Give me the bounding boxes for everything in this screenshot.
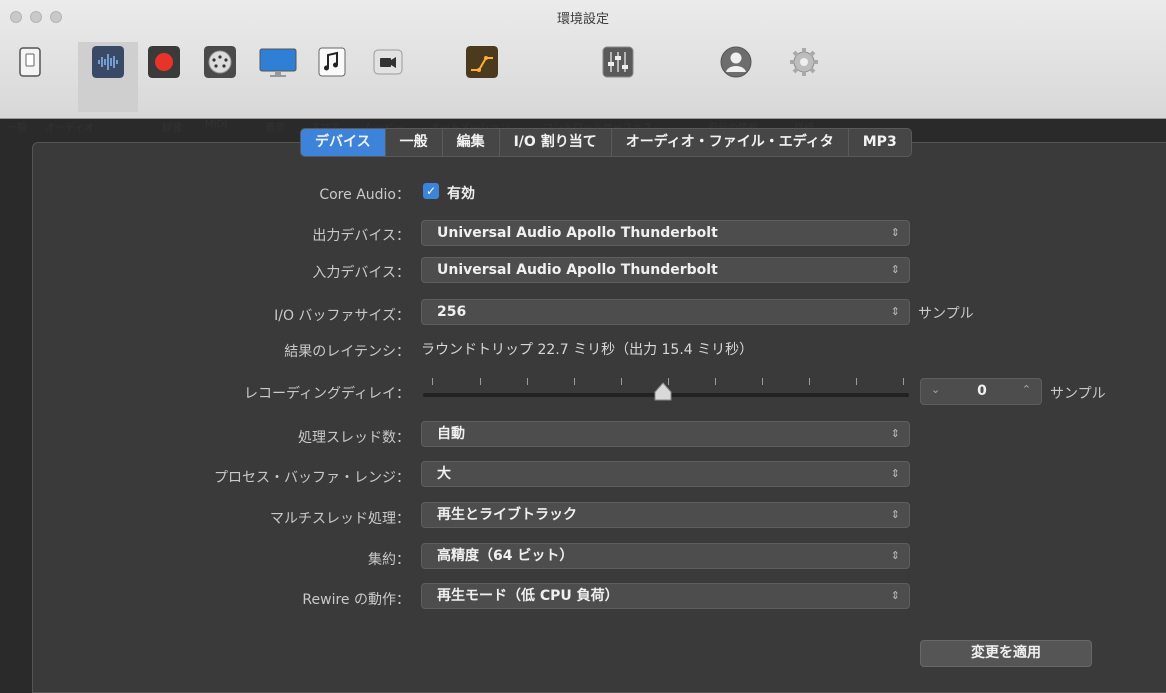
slider-tick — [574, 378, 575, 385]
tab-general[interactable]: 一般 — [386, 129, 443, 156]
buffer-range-value: 大 — [437, 466, 451, 482]
toolbar-item-advanced[interactable] — [780, 42, 828, 112]
chevron-up-icon[interactable]: ⌃ — [1022, 383, 1031, 396]
rewire-value: 再生モード（低 CPU 負荷） — [437, 588, 619, 604]
tab-io-assignments[interactable]: I/O 割り当て — [500, 129, 612, 156]
buffer-size-label: I/O バッファサイズ： — [274, 308, 410, 324]
toolbar-item-my-info[interactable] — [712, 42, 760, 112]
toolbar-label-display: 表示 — [265, 123, 285, 134]
buffer-size-unit: サンプル — [918, 306, 974, 322]
slider-tick — [527, 378, 528, 385]
core-audio-checkbox-label[interactable]: 有効 — [447, 183, 475, 203]
mixer-faders-icon — [602, 46, 634, 78]
output-device-label: 出力デバイス： — [312, 228, 410, 244]
toolbar: 環境設定 一般 オーディオ 録音 MIDI 表示 — [0, 0, 1166, 134]
recording-delay-stepper[interactable]: ⌄ 0 ⌃ — [920, 378, 1042, 405]
apply-changes-button[interactable]: 変更を適用 — [920, 640, 1092, 667]
toolbar-item-midi[interactable] — [198, 42, 242, 112]
up-down-chevron-icon: ⇕ — [890, 467, 900, 480]
waveform-icon — [92, 46, 124, 78]
tab-audio-file-editor[interactable]: オーディオ・ファイル・エディタ — [612, 129, 849, 156]
slider-tick — [432, 378, 433, 385]
toolbar-label-record: 録音 — [162, 123, 182, 134]
slider-tick — [762, 378, 763, 385]
up-down-chevron-icon: ⇕ — [890, 549, 900, 562]
tab-bar: デバイス 一般 編集 I/O 割り当て オーディオ・ファイル・エディタ MP3 — [300, 128, 912, 157]
threads-label: 処理スレッド数： — [298, 430, 410, 446]
summing-select[interactable]: 高精度（64 ビット） ⇕ — [421, 543, 910, 569]
up-down-chevron-icon: ⇕ — [890, 263, 900, 276]
core-audio-checkbox[interactable]: ✓ — [423, 183, 439, 199]
slider-tick — [715, 378, 716, 385]
latency-value: ラウンドトリップ 22.7 ミリ秒（出力 15.4 ミリ秒） — [421, 342, 754, 358]
music-note-icon — [318, 47, 346, 77]
core-audio-label: Core Audio： — [319, 187, 410, 203]
toolbar-item-score[interactable] — [310, 42, 354, 112]
threads-value: 自動 — [437, 426, 465, 442]
automation-curve-icon — [466, 46, 498, 78]
slider-tick — [809, 378, 810, 385]
toolbar-item-general[interactable] — [8, 42, 52, 112]
camera-icon — [373, 49, 403, 75]
up-down-chevron-icon: ⇕ — [890, 427, 900, 440]
checkmark-icon: ✓ — [425, 184, 437, 198]
multithread-select[interactable]: 再生とライブトラック ⇕ — [421, 502, 910, 528]
latency-label: 結果のレイテンシ： — [284, 344, 410, 360]
tab-devices[interactable]: デバイス — [301, 129, 386, 156]
summing-label: 集約： — [368, 552, 410, 568]
toolbar-label-midi: MIDI — [205, 119, 228, 130]
input-device-select[interactable]: Universal Audio Apollo Thunderbolt ⇕ — [421, 257, 910, 283]
multithread-label: マルチスレッド処理： — [270, 511, 410, 527]
user-icon — [720, 46, 752, 78]
tab-editing[interactable]: 編集 — [443, 129, 500, 156]
buffer-range-label: プロセス・バッファ・レンジ： — [214, 470, 410, 486]
buffer-size-value: 256 — [437, 304, 467, 320]
recording-delay-unit: サンプル — [1050, 386, 1106, 402]
recording-delay-label: レコーディングディレイ： — [243, 386, 410, 402]
toolbar-item-audio[interactable] — [78, 42, 138, 112]
up-down-chevron-icon: ⇕ — [890, 508, 900, 521]
buffer-size-select[interactable]: 256 ⇕ — [421, 299, 910, 325]
slider-tick — [480, 378, 481, 385]
slider-tick — [903, 378, 904, 385]
up-down-chevron-icon: ⇕ — [890, 305, 900, 318]
slider-tick — [621, 378, 622, 385]
toolbar-item-control-surfaces[interactable] — [594, 42, 642, 112]
toolbar-item-movie[interactable] — [364, 42, 412, 112]
output-device-select[interactable]: Universal Audio Apollo Thunderbolt ⇕ — [421, 220, 910, 246]
toolbar-label-audio: オーディオ — [45, 123, 95, 134]
multithread-value: 再生とライブトラック — [437, 507, 577, 523]
input-device-label: 入力デバイス： — [312, 265, 410, 281]
toolbar-label-general: 一般 — [7, 123, 27, 134]
toolbar-item-automation[interactable] — [450, 42, 514, 112]
tab-mp3[interactable]: MP3 — [849, 129, 911, 156]
output-device-value: Universal Audio Apollo Thunderbolt — [437, 225, 718, 241]
window-title: 環境設定 — [556, 12, 609, 27]
threads-select[interactable]: 自動 ⇕ — [421, 421, 910, 447]
rewire-label: Rewire の動作： — [302, 592, 410, 608]
slider-knob[interactable] — [654, 382, 672, 402]
gear-icon — [790, 48, 818, 76]
midi-connector-icon — [204, 46, 236, 78]
up-down-chevron-icon: ⇕ — [890, 589, 900, 602]
toolbar-item-display[interactable] — [254, 42, 302, 112]
record-icon — [148, 46, 180, 78]
buffer-range-select[interactable]: 大 ⇕ — [421, 461, 910, 487]
up-down-chevron-icon: ⇕ — [890, 226, 900, 239]
switch-icon — [19, 47, 41, 77]
display-icon — [259, 48, 297, 77]
summing-value: 高精度（64 ビット） — [437, 548, 574, 564]
input-device-value: Universal Audio Apollo Thunderbolt — [437, 262, 718, 278]
toolbar-item-record[interactable] — [142, 42, 186, 112]
rewire-select[interactable]: 再生モード（低 CPU 負荷） ⇕ — [421, 583, 910, 609]
slider-tick — [856, 378, 857, 385]
